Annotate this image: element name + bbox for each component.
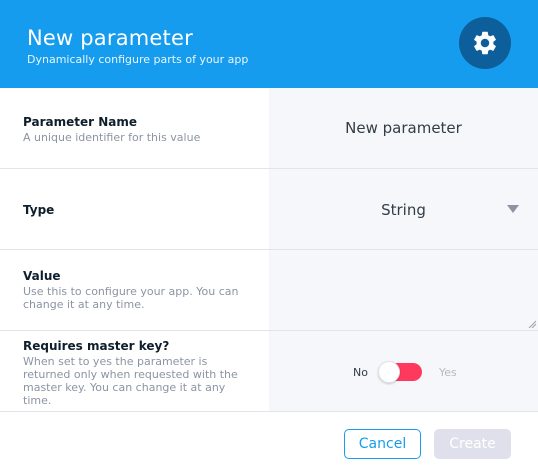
field-label-area: Value Use this to configure your app. Yo…: [0, 250, 269, 330]
master-key-toggle[interactable]: [378, 361, 422, 383]
toggle-on-label: Yes: [439, 366, 457, 379]
value-textarea[interactable]: [269, 250, 538, 330]
field-label-area: Parameter Name A unique identifier for t…: [0, 88, 269, 168]
chevron-down-icon: [507, 205, 519, 213]
field-label-area: Type: [0, 169, 269, 249]
field-label: Requires master key?: [23, 339, 170, 353]
field-type: Type String: [0, 169, 538, 250]
toggle-off-label: No: [353, 366, 368, 379]
create-button[interactable]: Create: [434, 429, 511, 459]
gear-icon: [474, 31, 496, 55]
parameter-name-value: New parameter: [345, 119, 462, 137]
field-description: A unique identifier for this value: [23, 131, 201, 144]
type-dropdown[interactable]: String: [269, 169, 538, 249]
field-master-key: Requires master key? When set to yes the…: [0, 331, 538, 412]
field-value: Value Use this to configure your app. Yo…: [0, 250, 538, 331]
modal-header: New parameter Dynamically configure part…: [0, 0, 538, 88]
field-label: Value: [23, 269, 61, 283]
master-key-toggle-area: No Yes: [269, 331, 538, 411]
modal-title: New parameter: [27, 26, 193, 50]
toggle-knob: [378, 361, 400, 383]
field-label-area: Requires master key? When set to yes the…: [0, 331, 269, 411]
parameter-name-input[interactable]: New parameter: [269, 88, 538, 168]
field-label: Parameter Name: [23, 115, 137, 129]
cancel-button[interactable]: Cancel: [344, 429, 421, 459]
modal-footer: Cancel Create: [0, 412, 538, 474]
field-description: Use this to configure your app. You can …: [23, 285, 239, 311]
field-parameter-name: Parameter Name A unique identifier for t…: [0, 88, 538, 169]
type-selected-value: String: [381, 201, 426, 219]
resize-handle-icon[interactable]: [528, 320, 536, 328]
gear-icon-badge: [459, 17, 511, 69]
field-description: When set to yes the parameter is returne…: [23, 355, 238, 407]
field-label: Type: [23, 203, 55, 217]
modal-subtitle: Dynamically configure parts of your app: [27, 53, 249, 66]
